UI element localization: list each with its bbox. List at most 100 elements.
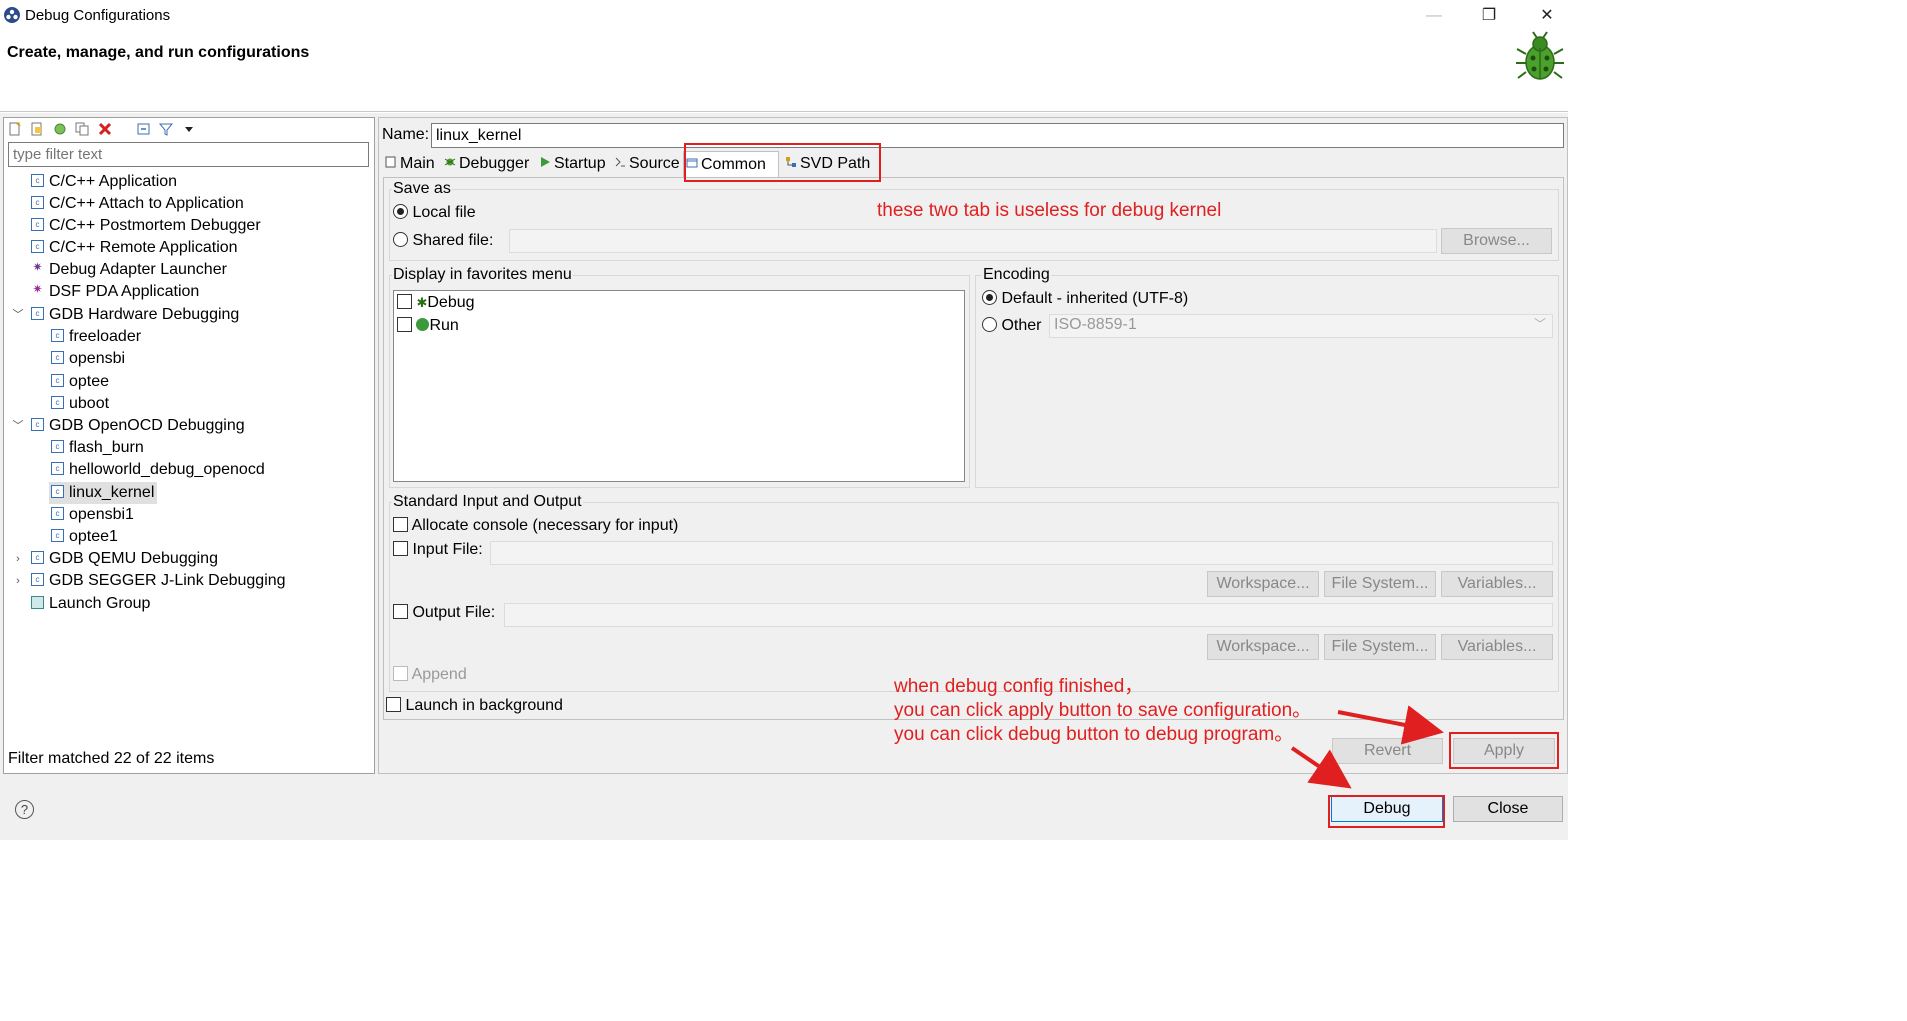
close-window-button[interactable]: ✕ — [1524, 4, 1570, 28]
launch-config-icon: c — [31, 417, 44, 431]
tree-item-opensbi1[interactable]: c opensbi1 — [51, 504, 134, 526]
tree-item-gdb-hardware[interactable]: ﹀ c GDB Hardware Debugging — [13, 304, 240, 326]
encoding-other-select: ISO-8859-1 ﹀ — [1049, 314, 1553, 338]
input-workspace-button: Workspace... — [1207, 571, 1319, 597]
annotation-line-2: you can click apply button to save confi… — [894, 700, 1312, 721]
encoding-label: Encoding — [982, 266, 1051, 284]
encoding-default-radio[interactable]: Default - inherited (UTF-8) — [982, 289, 1188, 308]
launch-config-icon: c — [31, 572, 44, 586]
bug-icon — [1516, 31, 1564, 80]
checkbox-icon — [393, 665, 408, 681]
restore-button[interactable]: ❐ — [1466, 4, 1512, 28]
tree-item-cpp-application[interactable]: c C/C++ Application — [31, 171, 177, 193]
tree-item-cpp-postmortem[interactable]: c C/C++ Postmortem Debugger — [31, 215, 261, 237]
launch-config-icon: c — [31, 173, 44, 187]
local-file-radio[interactable]: Local file — [393, 203, 476, 222]
chevron-right-icon[interactable]: › — [11, 548, 25, 570]
launch-config-icon: c — [51, 395, 64, 409]
checkbox-icon — [393, 603, 408, 619]
favorites-label: Display in favorites menu — [392, 266, 573, 284]
shared-file-radio[interactable]: Shared file: — [393, 231, 493, 250]
launch-config-icon: c — [31, 550, 44, 564]
allocate-console-checkbox[interactable]: Allocate console (necessary for input) — [393, 516, 678, 535]
tree-item-debug-adapter[interactable]: ✷ Debug Adapter Launcher — [31, 259, 227, 281]
collapse-all-icon[interactable] — [137, 122, 151, 136]
output-workspace-button: Workspace... — [1207, 634, 1319, 660]
gear-icon: ✷ — [31, 259, 44, 275]
help-icon[interactable]: ? — [15, 800, 34, 819]
close-button[interactable]: Close — [1453, 796, 1563, 822]
play-icon — [541, 157, 550, 168]
minimize-button[interactable]: — — [1411, 4, 1457, 28]
launch-config-icon: c — [51, 461, 64, 475]
view-menu-chevron-down-icon[interactable] — [182, 122, 196, 136]
gear-icon: ✷ — [31, 281, 44, 297]
source-icon — [615, 157, 625, 167]
tree-item-optee[interactable]: c optee — [51, 371, 109, 393]
export-config-icon[interactable] — [53, 122, 67, 136]
launch-config-icon: c — [51, 506, 64, 520]
tab-debugger[interactable]: Debugger — [442, 151, 532, 177]
tree-item-uboot[interactable]: c uboot — [51, 393, 109, 415]
bug-icon: ✱ — [416, 295, 428, 310]
radio-selected-icon — [982, 289, 997, 305]
debug-highlight-box — [1328, 795, 1445, 828]
checkbox-icon — [393, 516, 408, 532]
title-bar — [0, 0, 1568, 32]
favorite-debug-item[interactable]: ✱Debug — [397, 293, 475, 312]
input-file-checkbox[interactable]: Input File: — [393, 540, 483, 559]
output-file-field — [504, 603, 1553, 627]
name-input[interactable] — [431, 123, 1564, 148]
launch-background-checkbox[interactable]: Launch in background — [386, 696, 563, 715]
tree-item-gdb-qemu[interactable]: › c GDB QEMU Debugging — [16, 548, 218, 570]
chevron-down-icon: ﹀ — [1533, 317, 1546, 331]
input-file-system-button: File System... — [1324, 571, 1436, 597]
output-file-checkbox[interactable]: Output File: — [393, 603, 495, 622]
tree-item-freeloader[interactable]: c freeloader — [51, 326, 141, 348]
new-config-icon[interactable] — [8, 122, 22, 136]
launch-config-icon: c — [51, 373, 64, 387]
tree-item-optee1[interactable]: c optee1 — [51, 526, 118, 548]
tree-item-helloworld-debug-openocd[interactable]: c helloworld_debug_openocd — [51, 459, 265, 481]
chevron-down-icon[interactable]: ﹀ — [11, 304, 25, 326]
tab-source[interactable]: Source — [612, 151, 682, 177]
tab-main[interactable]: Main — [383, 151, 437, 177]
duplicate-config-icon[interactable] — [75, 122, 89, 136]
std-io-label: Standard Input and Output — [392, 493, 583, 511]
tree-item-cpp-attach[interactable]: c C/C++ Attach to Application — [31, 193, 244, 215]
eclipse-app-icon — [4, 7, 20, 23]
filter-icon[interactable] — [159, 122, 174, 136]
name-label: Name: — [382, 126, 430, 143]
tree-item-gdb-openocd[interactable]: ﹀ c GDB OpenOCD Debugging — [13, 415, 245, 437]
tree-toolbar — [8, 120, 200, 136]
tree-item-gdb-segger[interactable]: › c GDB SEGGER J-Link Debugging — [16, 570, 285, 592]
tree-item-launch-group[interactable]: Launch Group — [31, 593, 150, 615]
filter-status: Filter matched 22 of 22 items — [8, 750, 215, 767]
annotation-line-1: when debug config finished， — [894, 676, 1144, 697]
apply-highlight-box — [1449, 732, 1559, 769]
tree-item-linux-kernel[interactable]: c linux_kernel — [49, 482, 158, 504]
tree-item-flash-burn[interactable]: c flash_burn — [51, 437, 144, 459]
filter-input[interactable] — [8, 142, 369, 167]
radio-unselected-icon — [393, 231, 408, 247]
output-file-system-button: File System... — [1324, 634, 1436, 660]
revert-button: Revert — [1332, 738, 1443, 764]
chevron-down-icon[interactable]: ﹀ — [11, 415, 25, 437]
window-title: Debug Configurations — [25, 7, 171, 24]
launch-config-icon: c — [51, 350, 64, 364]
tree-item-cpp-remote[interactable]: c C/C++ Remote Application — [31, 237, 238, 259]
launch-config-icon: c — [31, 306, 44, 320]
new-prototype-icon[interactable] — [30, 122, 44, 136]
radio-unselected-icon — [982, 316, 997, 332]
delete-config-icon[interactable] — [98, 122, 112, 136]
favorites-list — [393, 290, 965, 482]
favorite-run-item[interactable]: Run — [397, 316, 459, 335]
tab-startup[interactable]: Startup — [537, 151, 608, 177]
checkbox-icon — [386, 696, 401, 712]
launch-group-icon — [31, 595, 44, 609]
chevron-right-icon[interactable]: › — [11, 570, 25, 592]
run-icon — [416, 317, 430, 331]
tree-item-opensbi[interactable]: c opensbi — [51, 348, 125, 370]
encoding-other-radio[interactable]: Other — [982, 316, 1041, 335]
tree-item-dsf-pda[interactable]: ✷ DSF PDA Application — [31, 281, 199, 303]
